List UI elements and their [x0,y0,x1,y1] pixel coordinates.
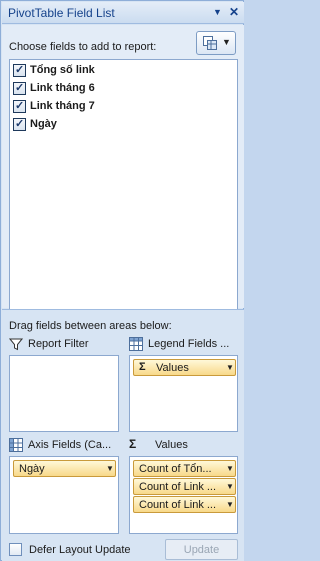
pane-title: PivotTable Field List [8,6,115,20]
check-icon: ✓ [15,118,25,130]
chip-label: Count of Link ... [139,499,217,511]
axis-grid-icon [9,438,23,452]
pane-titlebar: PivotTable Field List ▼ ✕ [2,2,244,24]
defer-layout-checkbox[interactable] [9,543,22,556]
values-header: Σ Values [129,437,239,453]
field-label: Link tháng 6 [30,82,95,94]
sigma-icon: Σ [139,361,146,373]
report-filter-label: Report Filter [28,338,89,350]
field-label: Link tháng 7 [30,100,95,112]
legend-grid-icon [129,337,143,351]
values-label: Values [155,439,188,451]
layout-icon [203,36,217,50]
values-area[interactable]: Count of Tổn... ▼ Count of Link ... ▼ Co… [129,456,238,534]
filter-icon [9,338,23,351]
legend-fields-area[interactable]: Σ Values ▼ [129,355,238,432]
field-checkbox[interactable]: ✓ [13,100,26,113]
chevron-down-icon: ▼ [222,37,231,47]
field-checkbox[interactable]: ✓ [13,64,26,77]
pivot-field-list-pane: PivotTable Field List ▼ ✕ Choose fields … [0,0,244,561]
axis-field-chip[interactable]: Ngày ▼ [13,460,116,477]
report-filter-area[interactable] [9,355,119,432]
layout-options-button[interactable]: ▼ [196,31,236,55]
check-icon: ✓ [15,100,25,112]
chevron-down-icon[interactable]: ▼ [226,500,234,509]
value-field-chip[interactable]: Count of Link ... ▼ [133,478,236,495]
check-icon: ✓ [15,64,25,76]
areas-section: Drag fields between areas below: Report … [2,309,244,561]
pane-close-icon[interactable]: ✕ [229,5,241,19]
value-field-chip[interactable]: Count of Tổn... ▼ [133,460,236,477]
axis-fields-header: Axis Fields (Ca... [9,437,119,453]
value-field-chip[interactable]: Count of Link ... ▼ [133,496,236,513]
pane-options-dropdown-icon[interactable]: ▼ [213,7,223,19]
axis-fields-area[interactable]: Ngày ▼ [9,456,119,534]
defer-layout-label: Defer Layout Update [29,544,131,556]
axis-fields-label: Axis Fields (Ca... [28,439,112,451]
field-label: Tổng số link [30,64,95,76]
legend-fields-label: Legend Fields ... [148,338,230,350]
choose-fields-label: Choose fields to add to report: [9,41,157,53]
chevron-down-icon[interactable]: ▼ [226,464,234,473]
update-button[interactable]: Update [165,539,238,560]
field-checkbox[interactable]: ✓ [13,118,26,131]
chip-label: Ngày [19,463,45,475]
chip-label: Values [156,362,189,374]
chevron-down-icon[interactable]: ▼ [226,363,234,372]
report-filter-header: Report Filter [9,336,119,352]
legend-fields-header: Legend Fields ... [129,336,239,352]
values-chip[interactable]: Σ Values ▼ [133,359,236,376]
sigma-icon: Σ [129,437,137,451]
check-icon: ✓ [15,82,25,94]
chip-label: Count of Link ... [139,481,217,493]
chevron-down-icon[interactable]: ▼ [226,482,234,491]
fields-section: Choose fields to add to report: ▼ ✓ Tổng… [2,25,244,324]
field-list: ✓ Tổng số link ✓ Link tháng 6 ✓ Link thá… [9,59,238,324]
chevron-down-icon[interactable]: ▼ [106,464,114,473]
field-checkbox[interactable]: ✓ [13,82,26,95]
drag-fields-label: Drag fields between areas below: [9,320,172,332]
chip-label: Count of Tổn... [139,463,212,475]
field-label: Ngày [30,118,57,130]
